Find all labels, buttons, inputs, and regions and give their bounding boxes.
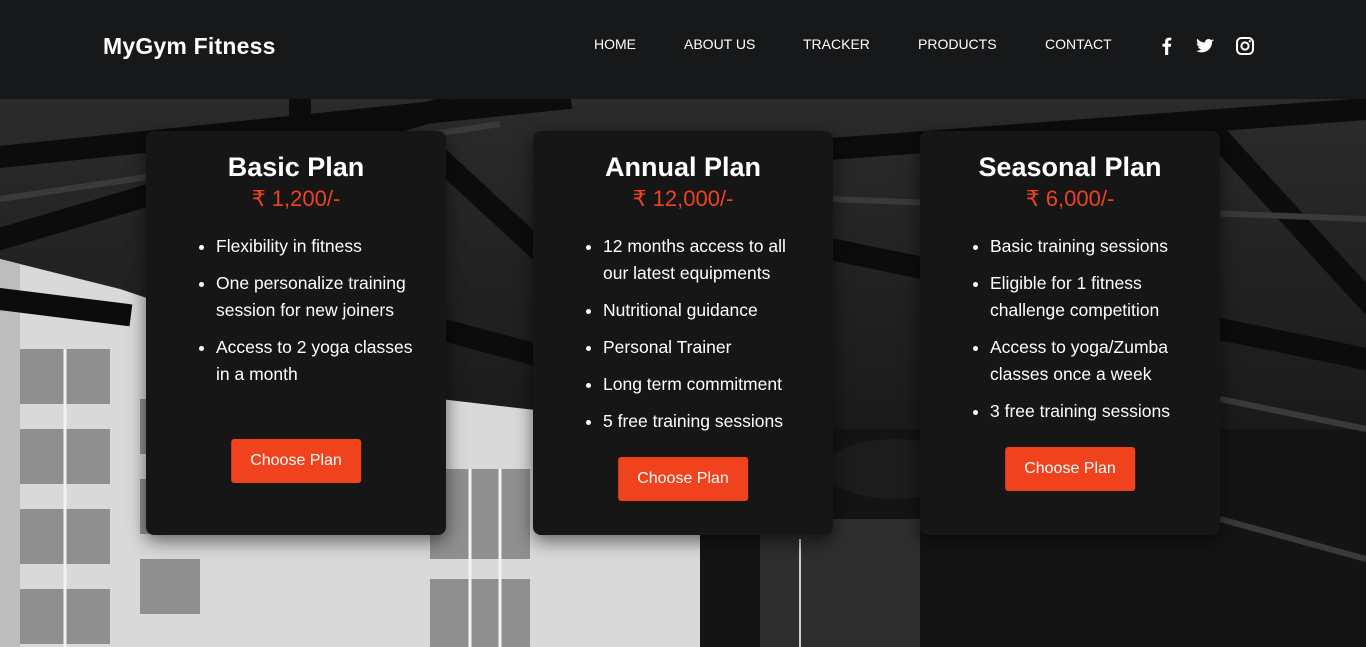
feature-item: Personal Trainer: [603, 334, 813, 361]
feature-list: Flexibility in fitness One personalize t…: [216, 233, 426, 388]
feature-item: 12 months access to all our latest equip…: [603, 233, 813, 287]
instagram-icon[interactable]: [1235, 36, 1255, 56]
choose-plan-button-annual[interactable]: Choose Plan: [618, 457, 748, 501]
feature-list: 12 months access to all our latest equip…: [603, 233, 813, 435]
nav-tracker-link[interactable]: TRACKER: [803, 36, 870, 52]
plan-price: ₹ 12,000/-: [632, 186, 734, 211]
plan-title: Basic Plan: [227, 152, 365, 182]
choose-plan-button-seasonal[interactable]: Choose Plan: [1005, 447, 1135, 491]
feature-list: Basic training sessions Eligible for 1 f…: [990, 233, 1200, 425]
feature-item: Eligible for 1 fitness challenge competi…: [990, 270, 1200, 324]
plan-title: Annual Plan: [604, 152, 761, 182]
feature-item: Basic training sessions: [990, 233, 1200, 260]
choose-plan-button-basic[interactable]: Choose Plan: [231, 439, 361, 483]
plan-card-seasonal: Seasonal Plan ₹ 6,000/- Basic training s…: [920, 131, 1220, 535]
feature-item: Flexibility in fitness: [216, 233, 426, 260]
plan-price: ₹ 1,200/-: [251, 186, 341, 211]
plan-price: ₹ 6,000/-: [1025, 186, 1115, 211]
nav-products-link[interactable]: PRODUCTS: [918, 36, 997, 52]
feature-item: Access to 2 yoga classes in a month: [216, 334, 426, 388]
navbar: MyGym Fitness HOME ABOUT US TRACKER PROD…: [0, 0, 1366, 99]
plan-card-annual: Annual Plan ₹ 12,000/- 12 months access …: [533, 131, 833, 535]
nav-about-link[interactable]: ABOUT US: [684, 36, 755, 52]
nav-home-link[interactable]: HOME: [594, 36, 636, 52]
plan-card-basic: Basic Plan ₹ 1,200/- Flexibility in fitn…: [146, 131, 446, 535]
nav-contact-link[interactable]: CONTACT: [1045, 36, 1112, 52]
feature-item: 3 free training sessions: [990, 398, 1200, 425]
brand-logo[interactable]: MyGym Fitness: [103, 33, 276, 60]
plan-title: Seasonal Plan: [978, 152, 1162, 182]
hero-section: Basic Plan ₹ 1,200/- Flexibility in fitn…: [0, 99, 1366, 647]
feature-item: One personalize training session for new…: [216, 270, 426, 324]
feature-item: Nutritional guidance: [603, 297, 813, 324]
feature-item: Access to yoga/Zumba classes once a week: [990, 334, 1200, 388]
twitter-icon[interactable]: [1195, 36, 1215, 56]
facebook-icon[interactable]: [1157, 36, 1177, 56]
feature-item: 5 free training sessions: [603, 408, 813, 435]
feature-item: Long term commitment: [603, 371, 813, 398]
